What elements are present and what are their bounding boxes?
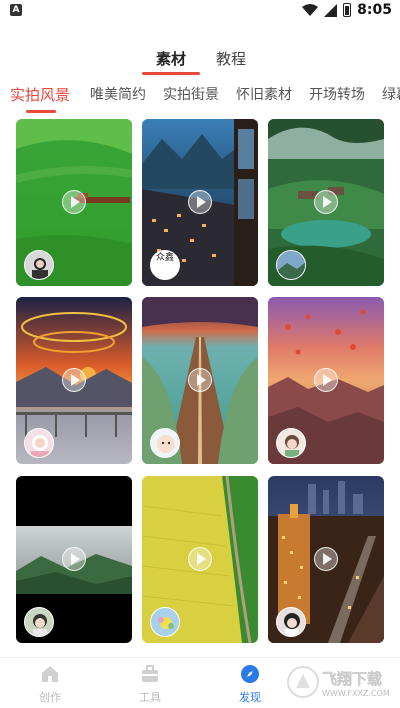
- play-icon: [314, 547, 338, 571]
- category-tab-real-scenery[interactable]: 实拍风景: [10, 84, 70, 105]
- bottom-navigation: 创作 工具 发现 飞翔下载 WWW.FXXZ.COM: [0, 657, 400, 708]
- video-card[interactable]: [16, 119, 132, 286]
- material-grid: 众鑫: [0, 119, 400, 649]
- video-card[interactable]: [268, 297, 384, 464]
- author-avatar: [276, 250, 306, 280]
- play-icon: [188, 547, 212, 571]
- video-card[interactable]: 众鑫: [142, 119, 258, 286]
- author-avatar: [24, 428, 54, 458]
- nav-discover[interactable]: 发现: [220, 664, 280, 705]
- nav-label: 工具: [139, 691, 161, 704]
- category-tab-minimal[interactable]: 唯美简约: [90, 84, 146, 104]
- video-card[interactable]: [16, 476, 132, 643]
- author-avatar: [276, 428, 306, 458]
- active-tab-indicator: [142, 72, 200, 75]
- status-indicators: 8:05: [302, 2, 392, 18]
- status-bar: A 8:05: [0, 0, 400, 22]
- app-notification-icon: A: [10, 4, 22, 16]
- watermark-text: 飞翔下载: [322, 670, 382, 688]
- nav-label: 创作: [39, 691, 61, 704]
- battery-icon: [343, 3, 352, 17]
- category-tabs: 实拍风景 唯美简约 实拍街景 怀旧素材 开场转场 绿幕: [0, 84, 400, 114]
- wifi-icon: [302, 4, 319, 16]
- video-card[interactable]: [142, 476, 258, 643]
- play-icon: [188, 368, 212, 392]
- video-card[interactable]: [16, 297, 132, 464]
- play-icon: [62, 190, 86, 214]
- avatar-text: 众鑫: [155, 253, 174, 263]
- author-avatar: [150, 428, 180, 458]
- category-tab-nostalgic[interactable]: 怀旧素材: [236, 84, 292, 104]
- category-tab-transition[interactable]: 开场转场: [309, 84, 365, 104]
- play-icon: [314, 368, 338, 392]
- author-avatar: [24, 250, 54, 280]
- play-icon: [188, 190, 212, 214]
- watermark-logo: 飞翔下载 WWW.FXXZ.COM: [286, 664, 396, 700]
- play-icon: [62, 368, 86, 392]
- active-category-indicator: [26, 110, 56, 113]
- cellular-signal-icon: [324, 3, 338, 17]
- watermark-url: WWW.FXXZ.COM: [322, 689, 390, 698]
- author-avatar: [150, 607, 180, 637]
- nav-create[interactable]: 创作: [20, 664, 80, 705]
- play-icon: [314, 190, 338, 214]
- category-tab-street[interactable]: 实拍街景: [163, 84, 219, 104]
- author-avatar: [24, 607, 54, 637]
- tab-material[interactable]: 素材: [156, 48, 186, 69]
- compass-icon: [241, 665, 259, 683]
- tab-tutorial[interactable]: 教程: [216, 48, 246, 69]
- video-card[interactable]: [268, 119, 384, 286]
- author-avatar: [276, 607, 306, 637]
- play-icon: [62, 547, 86, 571]
- video-card[interactable]: [268, 476, 384, 643]
- author-avatar: 众鑫: [150, 250, 180, 280]
- category-tab-greenscreen[interactable]: 绿幕: [382, 84, 400, 104]
- video-card[interactable]: [142, 297, 258, 464]
- toolbox-icon: [142, 665, 158, 682]
- nav-tools[interactable]: 工具: [120, 664, 180, 705]
- home-icon: [42, 666, 58, 682]
- nav-label: 发现: [239, 691, 261, 704]
- clock: 8:05: [357, 2, 392, 18]
- top-tabs: 素材 教程: [0, 48, 400, 78]
